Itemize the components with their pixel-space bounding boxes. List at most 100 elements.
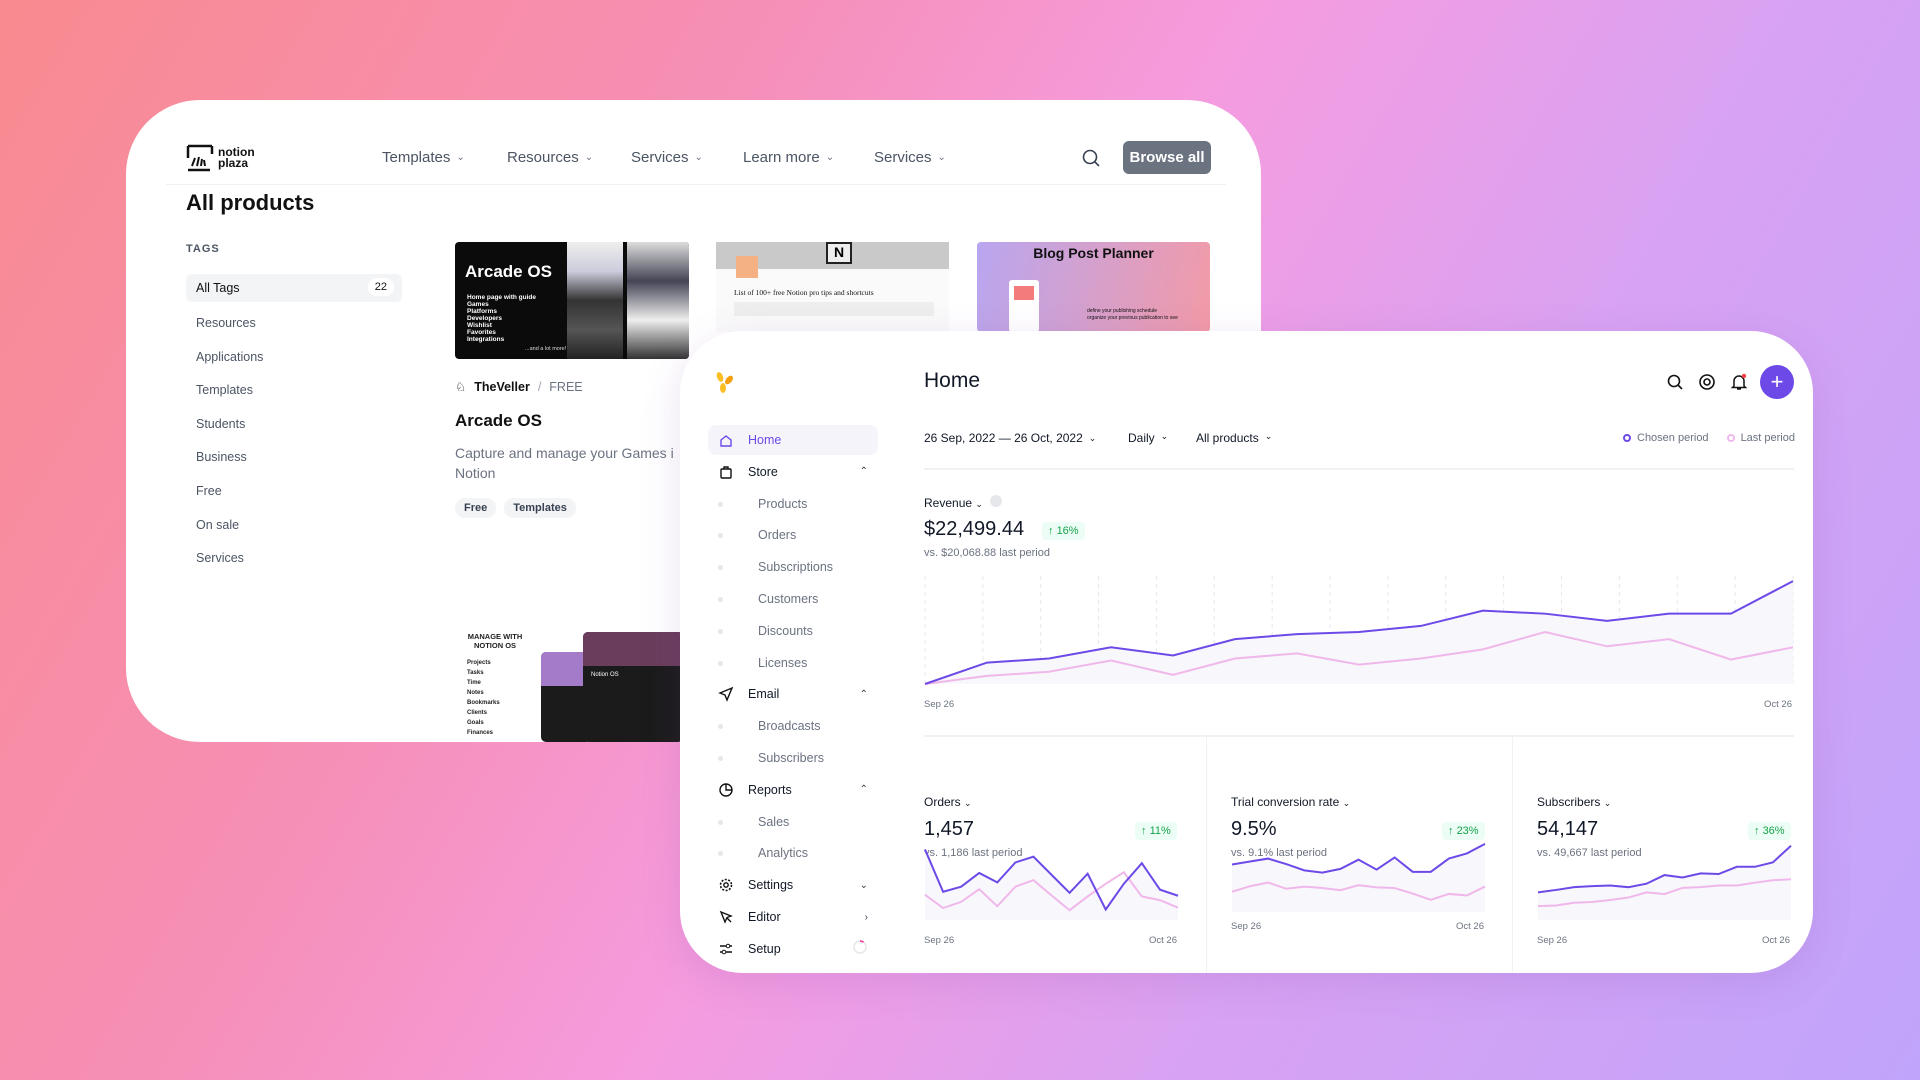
chevron-up-icon[interactable]: ⌃: [860, 689, 868, 700]
sidebar-item-subscriptions[interactable]: Subscriptions: [708, 552, 878, 582]
setup-progress-ring: [852, 939, 868, 958]
tag-count-badge: 22: [367, 278, 394, 296]
sidebar-item-sales[interactable]: Sales: [708, 807, 878, 837]
x-tick-label: Sep 26: [924, 935, 955, 946]
revenue-comparison: vs. $20,068.88 last period: [924, 547, 1050, 559]
interval-select[interactable]: Daily ⌄: [1128, 431, 1168, 445]
notion-tips-thumbnail[interactable]: N List of 100+ free Notion pro tips and …: [716, 242, 949, 332]
chevron-right-icon[interactable]: ›: [865, 912, 868, 923]
page-title: All products: [186, 190, 315, 215]
sidebar-item-licenses[interactable]: Licenses: [708, 648, 878, 678]
chevron-up-icon[interactable]: ⌃: [860, 784, 868, 795]
tag-applications[interactable]: Applications: [196, 350, 263, 364]
revenue-change-badge: ↑ 16%: [1042, 522, 1085, 540]
subscribers-value: 54,147: [1537, 818, 1599, 840]
tags-heading: TAGS: [186, 243, 220, 255]
search-icon[interactable]: [1081, 148, 1101, 168]
nav-services[interactable]: Services ⌄: [631, 149, 703, 166]
sidebar-item-store[interactable]: Store ⌃: [708, 457, 878, 487]
screenshot-strip: [567, 242, 623, 359]
revenue-value: $22,499.44: [924, 518, 1025, 540]
sidebar-item-customers[interactable]: Customers: [708, 584, 878, 614]
orders-value: 1,457: [924, 818, 975, 840]
trial-metric-select[interactable]: Trial conversion rate ⌄: [1231, 795, 1350, 809]
chevron-down-icon: ⌄: [1342, 798, 1351, 808]
divider: [1512, 737, 1513, 973]
product-meta: ♘ TheVeller / FREE: [455, 379, 583, 395]
notion-logo: N: [826, 242, 852, 264]
sidebar-item-settings[interactable]: Settings ⌄: [708, 870, 878, 900]
notion-plaza-logo[interactable]: notion plaza: [186, 144, 262, 172]
trial-value: 9.5%: [1231, 818, 1277, 840]
sidebar-item-analytics[interactable]: Analytics: [708, 838, 878, 868]
sidebar-item-editor[interactable]: Editor ›: [708, 902, 878, 932]
subscribers-metric-select[interactable]: Subscribers ⌄: [1537, 795, 1611, 809]
orders-metric-select[interactable]: Orders ⌄: [924, 795, 972, 809]
product-description: Capture and manage your Games i Notion: [455, 445, 674, 481]
sidebar-item-label: Store: [748, 464, 778, 479]
tag-templates[interactable]: Templates: [196, 383, 253, 397]
author-link[interactable]: TheVeller: [474, 380, 530, 394]
page-title: Home: [924, 369, 981, 392]
sidebar-item-orders[interactable]: Orders: [708, 520, 878, 550]
tag-on-sale[interactable]: On sale: [196, 518, 239, 532]
sidebar-item-label: Discounts: [758, 623, 813, 638]
subscribers-change-badge: ↑ 36%: [1748, 822, 1791, 840]
sidebar-item-label: Editor: [748, 910, 781, 924]
blog-post-planner-thumbnail[interactable]: Blog Post Planner define your publishing…: [977, 242, 1210, 332]
sidebar-item-label: Email: [748, 687, 780, 702]
tag-pill[interactable]: Templates: [504, 498, 576, 518]
tag-students[interactable]: Students: [196, 417, 245, 431]
tree-dot: [718, 501, 723, 507]
tag-services[interactable]: Services: [196, 551, 244, 565]
nav-templates[interactable]: Templates ⌄: [382, 149, 465, 166]
chevron-down-icon[interactable]: ⌄: [860, 880, 868, 891]
tag-business[interactable]: Business: [196, 450, 247, 464]
sidebar-item-reports[interactable]: Reports ⌃: [708, 775, 878, 805]
sidebar-item-discounts[interactable]: Discounts: [708, 616, 878, 646]
products-select[interactable]: All products ⌄: [1196, 431, 1272, 445]
sidebar-item-label: Customers: [758, 592, 819, 606]
notion-os-thumbnail[interactable]: MANAGE WITH NOTION OS Projects Tasks Time N…: [455, 630, 680, 742]
app-logo[interactable]: [714, 371, 736, 395]
sidebar-item-label: Sales: [758, 814, 790, 829]
divider: [924, 468, 1794, 470]
chevron-down-icon: ⌄: [584, 152, 594, 163]
tag-pill[interactable]: Free: [455, 498, 497, 518]
add-button[interactable]: +: [1760, 365, 1794, 399]
orders-change-badge: ↑ 11%: [1135, 822, 1177, 840]
chevron-up-icon[interactable]: ⌃: [860, 466, 868, 477]
nav-learn-more[interactable]: Learn more ⌄: [743, 149, 834, 166]
revenue-metric-select[interactable]: Revenue ⌄: [924, 495, 1003, 510]
trial-chart: [1231, 842, 1486, 912]
tree-dot: [718, 628, 723, 634]
x-tick-label: Oct 26: [1456, 921, 1484, 932]
nav-resources[interactable]: Resources ⌄: [507, 149, 593, 166]
chevron-down-icon: ⌄: [1088, 432, 1097, 443]
help-icon[interactable]: [1697, 372, 1717, 392]
tag-free[interactable]: Free: [196, 484, 222, 498]
x-tick-label: Sep 26: [1537, 935, 1568, 946]
arcade-os-thumbnail[interactable]: Arcade OS Home page with guide Games Platf…: [455, 242, 689, 359]
tag-resources[interactable]: Resources: [196, 316, 256, 330]
sidebar-item-email[interactable]: Email ⌃: [708, 679, 878, 709]
tag-all-tags[interactable]: All Tags 22: [186, 274, 402, 302]
sidebar-item-products[interactable]: Products: [708, 489, 878, 519]
chosen-period-marker: [1623, 434, 1631, 442]
dashboard-window: Home + Home Store ⌃ Products Orders Subscript…: [680, 331, 1813, 973]
nav-services-2[interactable]: Services ⌄: [874, 149, 946, 166]
sidebar-item-label: Products: [758, 496, 808, 511]
sidebar-item-home[interactable]: Home: [708, 425, 878, 455]
x-tick-label: Sep 26: [924, 699, 955, 710]
x-tick-label: Oct 26: [1762, 935, 1790, 946]
sidebar-item-subscribers[interactable]: Subscribers: [708, 743, 878, 773]
sidebar-item-setup[interactable]: Setup: [708, 934, 878, 964]
product-title[interactable]: Arcade OS: [455, 411, 542, 431]
bell-icon[interactable]: [1729, 372, 1749, 392]
date-range-picker[interactable]: 26 Sep, 2022 — 26 Oct, 2022 ⌄: [924, 431, 1096, 445]
browse-all-button[interactable]: Browse all: [1123, 141, 1211, 174]
sidebar-item-broadcasts[interactable]: Broadcasts: [708, 711, 878, 741]
sidebar-item-label: Broadcasts: [758, 719, 821, 734]
revenue-chart: [924, 576, 1794, 685]
search-icon[interactable]: [1665, 372, 1685, 392]
